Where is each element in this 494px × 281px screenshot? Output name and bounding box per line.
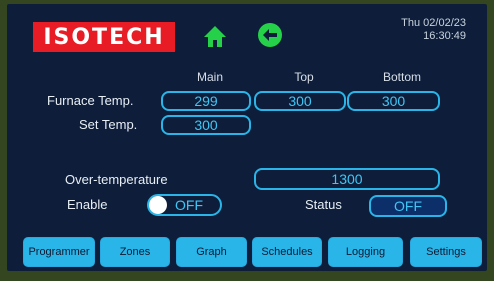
furnace-temp-top-field[interactable]: 300	[254, 91, 346, 111]
nav-logging-button[interactable]: Logging	[328, 237, 403, 267]
bottom-nav: Programmer Zones Graph Schedules Logging…	[23, 237, 487, 267]
enable-label: Enable	[67, 197, 108, 212]
nav-schedules-button[interactable]: Schedules	[252, 237, 322, 267]
isotech-logo: ISOTECH	[33, 22, 175, 52]
back-button[interactable]	[257, 22, 283, 48]
column-header-main: Main	[196, 70, 223, 84]
over-temperature-label: Over-temperature	[65, 172, 168, 187]
time-text: 16:30:49	[423, 30, 466, 42]
enable-toggle[interactable]: OFF	[147, 194, 222, 216]
enable-toggle-state: OFF	[175, 197, 203, 213]
nav-settings-button[interactable]: Settings	[410, 237, 482, 267]
set-temp-field[interactable]: 300	[161, 115, 251, 135]
nav-programmer-button[interactable]: Programmer	[23, 237, 95, 267]
over-temperature-field[interactable]: 1300	[254, 168, 440, 190]
furnace-temp-main-field[interactable]: 299	[161, 91, 251, 111]
nav-graph-button[interactable]: Graph	[176, 237, 247, 267]
column-header-bottom: Bottom	[382, 70, 421, 84]
nav-zones-button[interactable]: Zones	[100, 237, 170, 267]
status-label: Status	[305, 197, 342, 212]
furnace-temp-label: Furnace Temp.	[47, 93, 134, 108]
furnace-temp-bottom-field[interactable]: 300	[347, 91, 440, 111]
set-temp-label: Set Temp.	[79, 117, 138, 132]
status-value-box: OFF	[369, 195, 447, 217]
touch-screen: ISOTECH Thu 02/02/23 16:30:49 Main Top B…	[7, 4, 487, 271]
date-text: Thu 02/02/23	[401, 17, 466, 29]
toggle-knob	[149, 196, 167, 214]
column-header-top: Top	[294, 70, 314, 84]
logo-text: ISOTECH	[43, 24, 165, 50]
device-frame: ISOTECH Thu 02/02/23 16:30:49 Main Top B…	[0, 0, 494, 281]
status-value: OFF	[394, 198, 422, 214]
back-arrow-icon	[258, 23, 282, 47]
date-time-display: Thu 02/02/23 16:30:49	[401, 17, 466, 43]
home-icon	[204, 26, 226, 47]
home-button[interactable]	[203, 24, 227, 48]
